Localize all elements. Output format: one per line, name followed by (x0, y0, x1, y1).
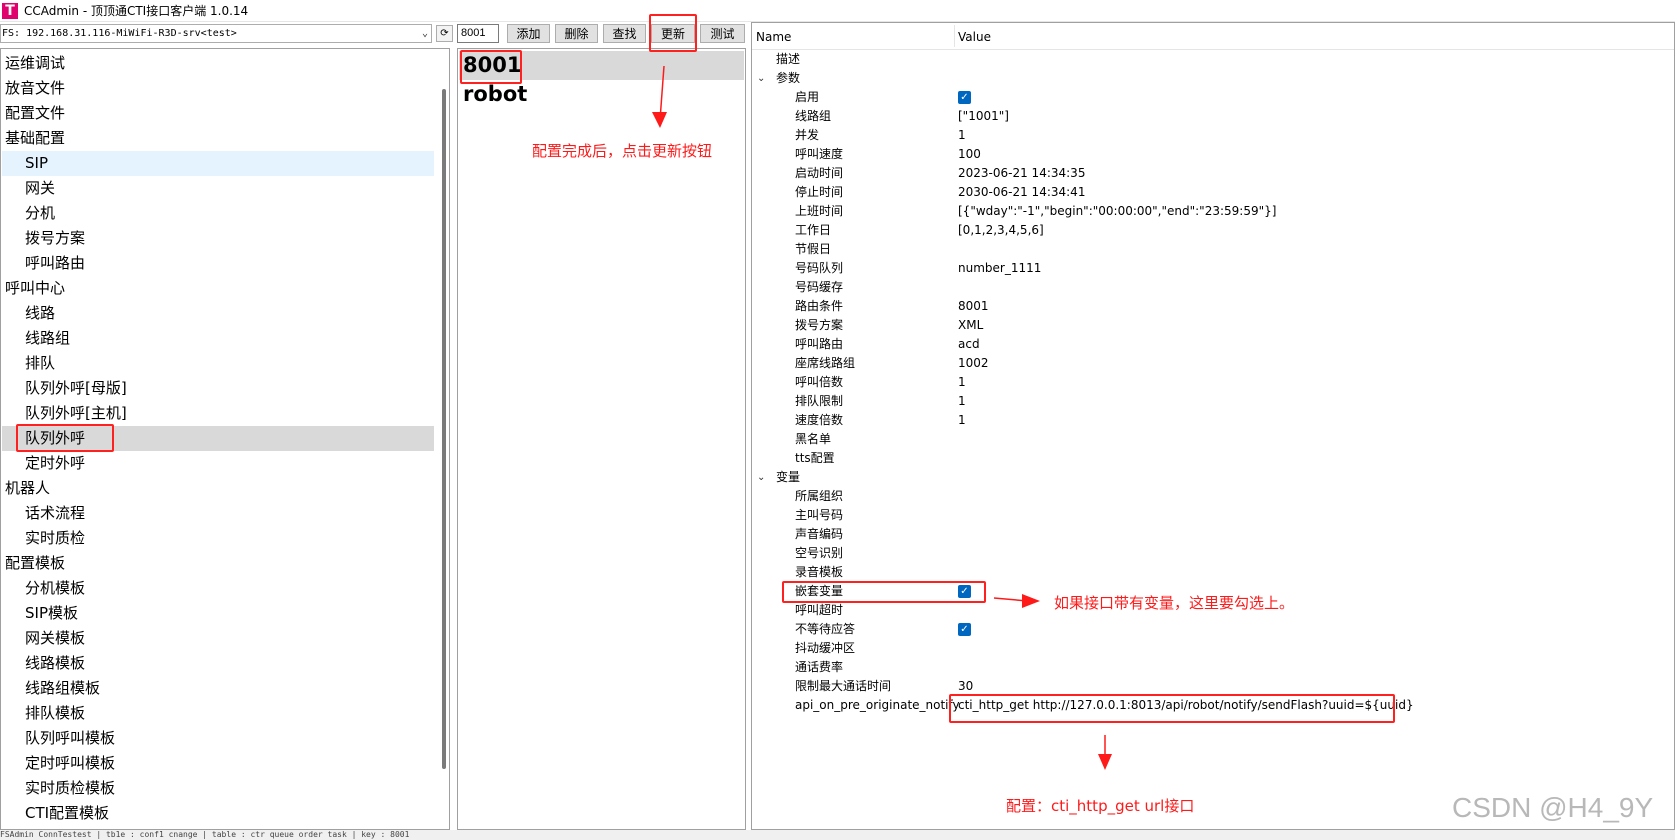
annotation-arrows (652, 65, 1112, 770)
annotation-update-note: 配置完成后，点击更新按钮 (532, 142, 713, 160)
arrow-head (1022, 594, 1040, 608)
annotation-vars-note: 如果接口带有变量，这里要勾选上。 (1054, 594, 1295, 612)
arrow-line (659, 65, 665, 121)
arrow-head (652, 112, 667, 128)
annotation-api-note: 配置：cti_http_get url接口 (1006, 797, 1195, 815)
arrow-head (1098, 754, 1112, 770)
watermark: CSDN @H4_9Y (1452, 792, 1654, 823)
status-bar: FSAdmin ConnTestest | tb1e : conf1 cnang… (0, 830, 1675, 840)
